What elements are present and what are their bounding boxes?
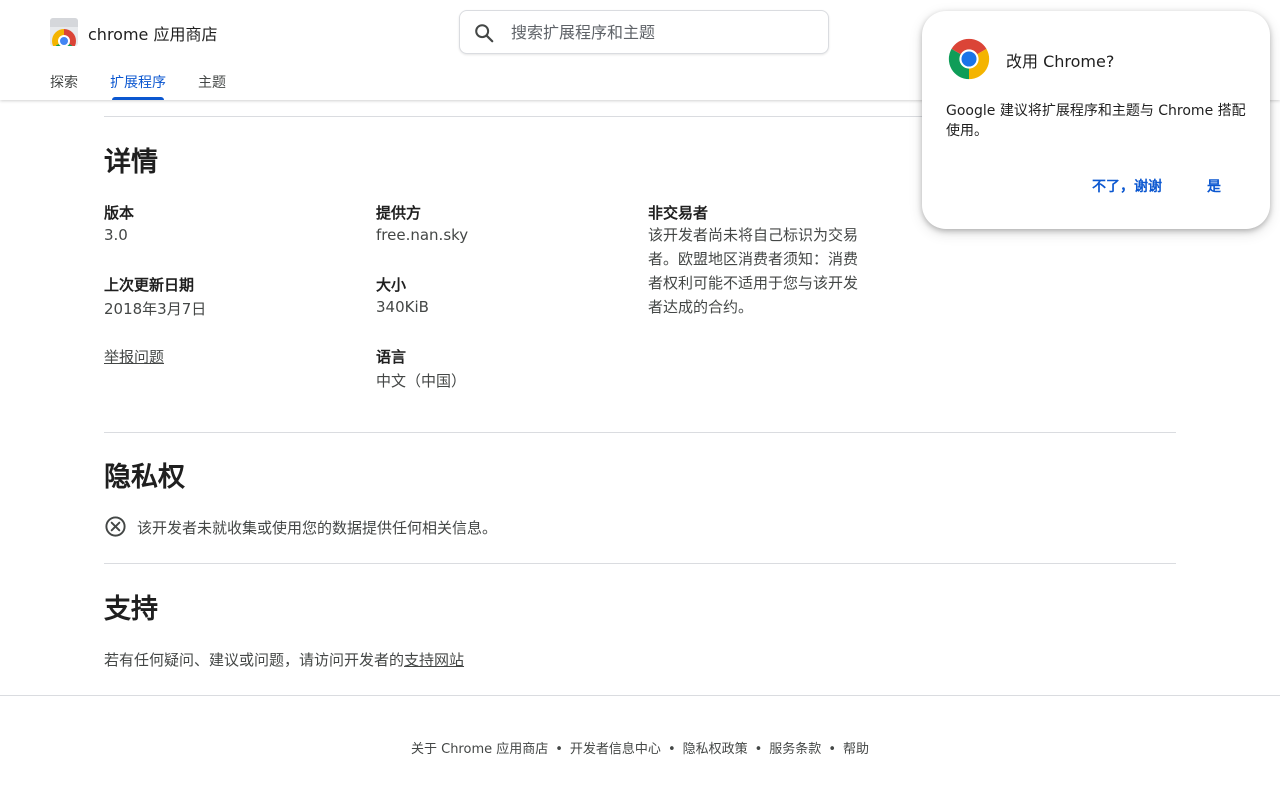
section-divider xyxy=(104,563,1176,564)
non-trader-line: 者。欧盟地区消费者须知：消费 xyxy=(648,250,859,268)
version-value: 3.0 xyxy=(104,226,128,244)
footer-link-privacy[interactable]: 隐私权政策 xyxy=(683,742,748,757)
footer-divider xyxy=(0,695,1280,696)
switch-to-chrome-dialog: 改用 Chrome? Google 建议将扩展程序和主题与 Chrome 搭配 … xyxy=(922,11,1270,229)
privacy-title: 隐私权 xyxy=(104,462,185,493)
footer-link-help[interactable]: 帮助 xyxy=(843,742,869,757)
details-title: 详情 xyxy=(104,147,158,178)
size-value: 340KiB xyxy=(376,298,429,316)
report-issue-link[interactable]: 举报问题 xyxy=(104,346,164,367)
footer-link-terms[interactable]: 服务条款 xyxy=(769,742,821,757)
language-value: 中文（中国） xyxy=(376,372,467,390)
chrome-web-store-logo-icon[interactable] xyxy=(50,18,78,46)
dialog-body: Google 建议将扩展程序和主题与 Chrome 搭配 使用。 xyxy=(946,101,1246,141)
language-label: 语言 xyxy=(376,348,407,366)
dialog-body-line: Google 建议将扩展程序和主题与 Chrome 搭配 xyxy=(946,103,1246,119)
tab-explore[interactable]: 探索 xyxy=(50,72,78,100)
tab-extensions[interactable]: 扩展程序 xyxy=(110,72,166,100)
updated-label: 上次更新日期 xyxy=(104,276,195,294)
non-trader-line: 者权利可能不适用于您与该开发 xyxy=(648,274,859,292)
support-text: 若有任何疑问、建议或问题，请访问开发者的支持网站 xyxy=(104,649,464,670)
dialog-title: 改用 Chrome? xyxy=(1006,52,1115,71)
search-input[interactable] xyxy=(511,21,811,43)
search-box[interactable] xyxy=(459,10,829,54)
size-label: 大小 xyxy=(376,276,407,294)
dialog-body-line: 使用。 xyxy=(946,123,988,139)
updated-value: 2018年3月7日 xyxy=(104,300,207,318)
chrome-icon xyxy=(948,38,990,80)
app-title[interactable]: chrome 应用商店 xyxy=(88,21,217,45)
footer-separator: • xyxy=(555,742,563,757)
yes-button[interactable]: 是 xyxy=(1207,176,1221,196)
support-title: 支持 xyxy=(104,594,158,625)
tab-themes[interactable]: 主题 xyxy=(198,72,226,100)
support-text-label: 若有任何疑问、建议或问题，请访问开发者的 xyxy=(104,651,405,669)
provider-value: free.nan.sky xyxy=(376,226,469,244)
non-trader-line: 该开发者尚未将自己标识为交易 xyxy=(648,226,859,244)
footer-link-about[interactable]: 关于 Chrome 应用商店 xyxy=(411,742,548,757)
footer-link-developer-dashboard[interactable]: 开发者信息中心 xyxy=(570,742,661,757)
privacy-text: 该开发者未就收集或使用您的数据提供任何相关信息。 xyxy=(137,519,498,537)
section-divider xyxy=(104,432,1176,433)
footer: 关于 Chrome 应用商店 • 开发者信息中心 • 隐私权政策 • 服务条款 • 帮助 xyxy=(0,738,1280,757)
search-icon[interactable] xyxy=(473,22,495,44)
provider-label: 提供方 xyxy=(376,204,422,222)
version-label: 版本 xyxy=(104,204,135,222)
footer-separator: • xyxy=(828,742,836,757)
non-trader-line: 者达成的合约。 xyxy=(648,298,754,316)
support-site-link[interactable]: 支持网站 xyxy=(404,651,464,669)
footer-separator: • xyxy=(667,742,676,757)
cancel-circle-icon xyxy=(105,516,126,537)
non-trader-label: 非交易者 xyxy=(648,204,709,222)
no-thanks-button[interactable]: 不了，谢谢 xyxy=(1092,176,1162,196)
footer-separator: • xyxy=(754,742,763,757)
non-trader-text: 该开发者尚未将自己标识为交易 者。欧盟地区消费者须知：消费 者权利可能不适用于您… xyxy=(648,223,888,319)
